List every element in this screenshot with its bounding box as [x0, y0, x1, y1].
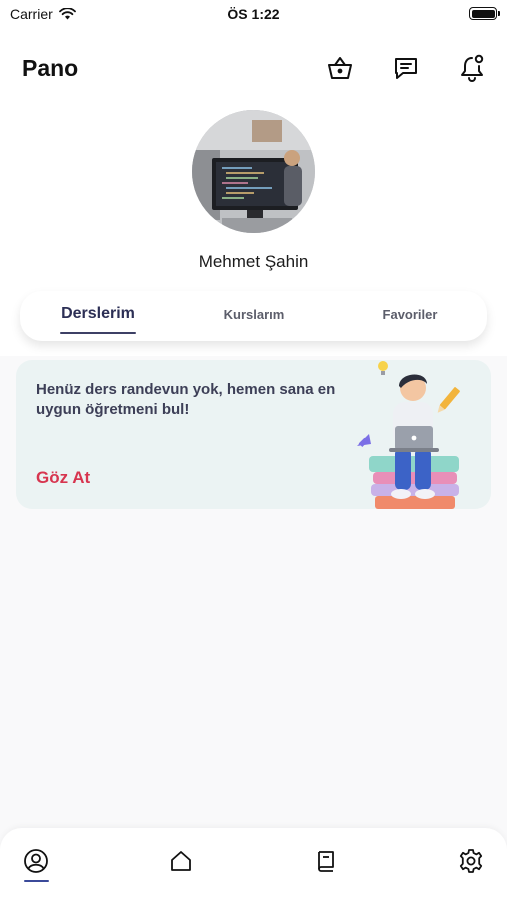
chat-icon[interactable] — [390, 52, 422, 84]
bell-icon[interactable] — [456, 52, 488, 84]
tab-bar: Derslerim Kurslarım Favoriler — [20, 291, 487, 341]
page-title: Pano — [22, 55, 79, 81]
tab-kurslarim[interactable]: Kurslarım — [216, 291, 292, 337]
battery-icon — [469, 7, 500, 20]
tab-favoriler[interactable]: Favoriler — [372, 291, 448, 337]
browse-button[interactable]: Göz At — [36, 468, 90, 488]
empty-state-banner: Henüz ders randevun yok, hemen sana en u… — [16, 360, 491, 509]
student-illustration — [357, 361, 460, 509]
home-icon[interactable] — [166, 846, 196, 876]
bottom-nav — [0, 828, 507, 900]
tab-derslerim[interactable]: Derslerim — [60, 291, 136, 337]
active-tab-indicator — [60, 332, 136, 334]
book-icon[interactable] — [311, 846, 341, 876]
banner-message: Henüz ders randevun yok, hemen sana en u… — [36, 381, 336, 418]
settings-icon[interactable] — [456, 846, 486, 876]
basket-icon[interactable] — [324, 52, 356, 84]
avatar[interactable] — [192, 110, 315, 233]
active-nav-indicator — [24, 880, 49, 882]
user-name: Mehmet Şahin — [198, 252, 309, 271]
profile-icon[interactable] — [21, 846, 51, 876]
status-time: ÖS 1:22 — [227, 6, 280, 22]
status-bar: Carrier ÖS 1:22 — [0, 0, 507, 28]
